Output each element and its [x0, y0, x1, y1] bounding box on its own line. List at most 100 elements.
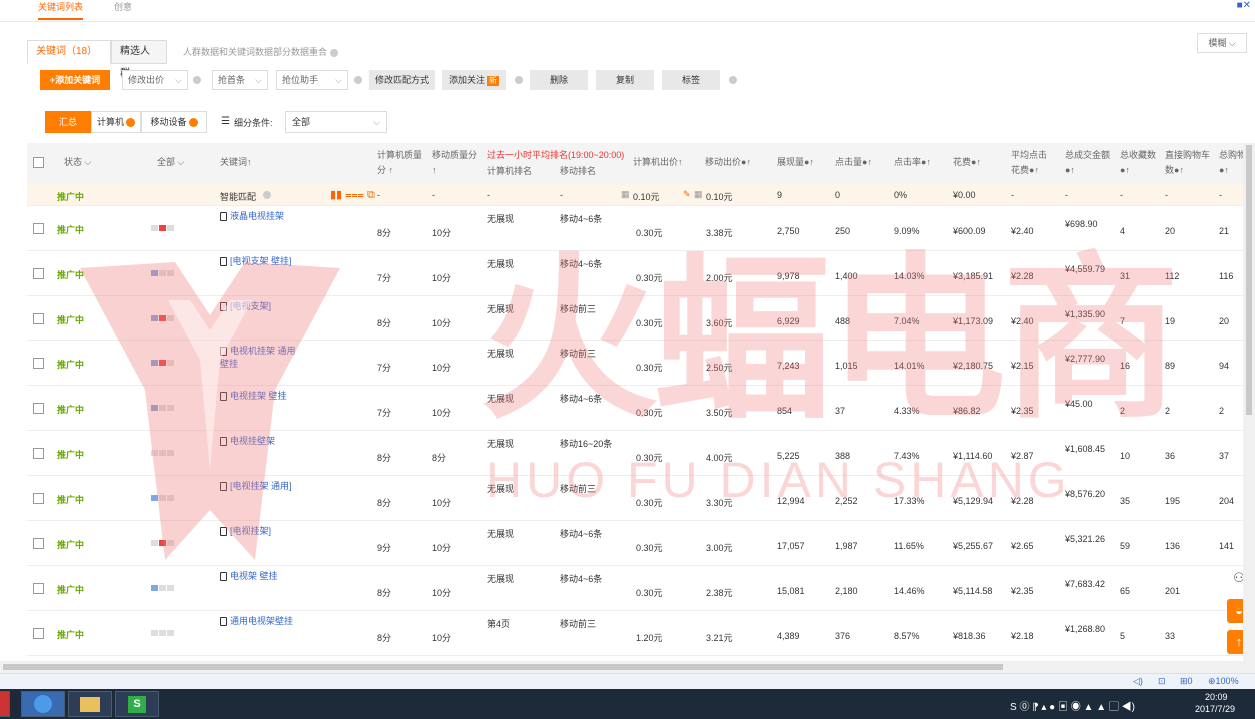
change-bid-dropdown[interactable]: 修改出价 ⌵: [122, 70, 188, 90]
header-clicks[interactable]: 点击量●↑: [835, 155, 872, 170]
tag-button[interactable]: 标签: [662, 70, 720, 90]
row-checkbox[interactable]: [33, 538, 44, 549]
fuzzy-select[interactable]: 模糊 ⌵: [1197, 33, 1247, 53]
zoom-control[interactable]: ⊕100%: [1208, 676, 1239, 687]
help-icon[interactable]: [515, 76, 523, 84]
header-cpc[interactable]: 平均点击花费●↑: [1011, 148, 1051, 178]
grab-top-dropdown[interactable]: 抢首条 ⌵: [212, 70, 268, 90]
keyword-link[interactable]: 通用电视架壁挂: [220, 615, 300, 628]
clock-date: 2017/7/29: [1195, 704, 1236, 714]
keyword-link[interactable]: [电视挂架 通用]: [220, 480, 300, 493]
help-icon[interactable]: [263, 191, 271, 199]
mobile-icon: [220, 437, 227, 447]
keyword-link[interactable]: [电视支架 壁挂]: [220, 255, 300, 268]
row-checkbox[interactable]: [33, 493, 44, 504]
help-icon[interactable]: [729, 76, 737, 84]
row-checkbox[interactable]: [33, 268, 44, 279]
edit-pencil-icon[interactable]: ✎: [683, 189, 691, 200]
pc-bid: 0.30元: [636, 363, 663, 373]
header-mobile-bid[interactable]: 移动出价●↑: [705, 155, 751, 170]
help-icon[interactable]: [354, 76, 362, 84]
horizontal-scroll-thumb[interactable]: [3, 664, 1003, 670]
mobile-rank: 移动前三: [560, 484, 597, 494]
header-cart[interactable]: 直接购物车数●↑: [1165, 148, 1213, 178]
help-icon[interactable]: [193, 76, 201, 84]
keyword-link[interactable]: [电视支架]: [220, 300, 300, 313]
mobile-bid: 0.10元: [706, 192, 733, 202]
header-keyword[interactable]: 关键词↑: [220, 155, 252, 170]
segment-summary[interactable]: 汇总: [45, 111, 91, 133]
keyword-link[interactable]: 液晶电视挂架: [220, 210, 300, 223]
downloads-icon[interactable]: ⊞0: [1180, 676, 1193, 687]
gmv: ¥5,321.26: [1065, 534, 1106, 544]
help-icon[interactable]: [330, 48, 339, 57]
spreadsheet-taskbar-icon[interactable]: S: [115, 691, 159, 717]
pc-bid: 0.30元: [636, 408, 663, 418]
header-ctr[interactable]: 点击率●↑: [894, 155, 931, 170]
mobile-icon: [220, 347, 227, 357]
header-impressions[interactable]: 展现量●↑: [777, 155, 814, 170]
header-gmv[interactable]: 总成交金额 ●↑: [1065, 148, 1113, 178]
tab-creative[interactable]: 创意: [114, 0, 132, 13]
add-keyword-button[interactable]: +添加关键词: [40, 70, 110, 90]
cart: 195: [1165, 496, 1181, 506]
status-text: 推广中: [57, 405, 85, 415]
row-checkbox[interactable]: [33, 628, 44, 639]
horizontal-scrollbar[interactable]: [0, 661, 1255, 673]
tab-keyword-list[interactable]: 关键词列表: [38, 0, 84, 20]
keyword-text: 电视挂壁架: [230, 436, 276, 446]
filter-select[interactable]: 全部 ⌵: [285, 111, 387, 133]
tab-selected-crowd[interactable]: 精选人群: [111, 40, 167, 79]
row-checkbox[interactable]: [33, 358, 44, 369]
copy-button[interactable]: 复制: [596, 70, 654, 90]
chevron-down-icon: ⌵: [255, 75, 262, 85]
tab-keywords[interactable]: 关键词（18）: [27, 40, 111, 64]
pc-rank: 无展现: [487, 349, 515, 359]
start-button[interactable]: [0, 691, 10, 717]
vertical-scrollbar[interactable]: [1243, 143, 1255, 661]
fav: 16: [1120, 361, 1131, 371]
row-checkbox[interactable]: [33, 448, 44, 459]
pc-quality: -: [377, 190, 380, 200]
header-pc-quality[interactable]: 计算机质量分 ↑: [377, 148, 425, 178]
header-status[interactable]: 状态 ⌵: [64, 155, 91, 170]
row-checkbox[interactable]: [33, 313, 44, 324]
impressions: 2,750: [777, 226, 800, 236]
row-checkbox[interactable]: [33, 223, 44, 234]
status-text: 推广中: [57, 630, 85, 640]
header-cart-label: 直接购物车数: [1165, 150, 1211, 175]
header-fav[interactable]: 总收藏数 ●↑: [1120, 148, 1160, 178]
grab-helper-dropdown[interactable]: 抢位助手 ⌵: [276, 70, 348, 90]
header-cost[interactable]: 花费●↑: [953, 155, 981, 170]
folder-taskbar-icon[interactable]: [68, 691, 112, 717]
window-close-icon[interactable]: ■✕: [1237, 0, 1251, 11]
header-pc-bid[interactable]: 计算机出价↑: [633, 155, 683, 170]
smart-tools-icon[interactable]: ▮▮ ⩶ ⧉: [330, 188, 375, 202]
keyword-link[interactable]: 电视架 壁挂: [220, 570, 300, 583]
header-mobile-quality[interactable]: 移动质量分 ↑: [432, 148, 482, 178]
screenshot-icon[interactable]: ⊡: [1158, 676, 1166, 687]
impressions: 854: [777, 406, 793, 416]
mobile-bid: 3.00元: [706, 543, 733, 553]
gmv: ¥2,777.90: [1065, 354, 1106, 364]
browser-taskbar-icon[interactable]: [21, 691, 65, 717]
delete-button[interactable]: 删除: [530, 70, 588, 90]
chevron-down-icon: ⌵: [373, 117, 380, 127]
keyword-link[interactable]: [电视挂架]: [220, 525, 300, 538]
row-checkbox[interactable]: [33, 403, 44, 414]
header-all[interactable]: 全部 ⌵: [157, 155, 184, 170]
keyword-link[interactable]: 电视挂架 壁挂: [220, 390, 300, 403]
device-bars: [151, 583, 175, 593]
keyword-link[interactable]: 电视挂壁架: [220, 435, 300, 448]
keyword-link[interactable]: 电视机挂架 通用 壁挂: [220, 345, 300, 371]
segment-computer[interactable]: 计算机: [91, 111, 141, 133]
select-all-checkbox[interactable]: [33, 157, 44, 168]
change-match-button[interactable]: 修改匹配方式: [369, 70, 435, 90]
add-follow-button[interactable]: 添加关注新: [442, 70, 506, 90]
row-checkbox[interactable]: [33, 583, 44, 594]
fav: 65: [1120, 586, 1131, 596]
speaker-icon[interactable]: ◁): [1133, 676, 1143, 687]
segment-mobile[interactable]: 移动设备: [141, 111, 207, 133]
system-tray-icons[interactable]: S ⓪ ⁋ ▴ ● ▣ ◉ ▲ ▲ ▢ ◀): [1010, 698, 1135, 713]
vertical-scroll-thumb[interactable]: [1246, 145, 1252, 415]
